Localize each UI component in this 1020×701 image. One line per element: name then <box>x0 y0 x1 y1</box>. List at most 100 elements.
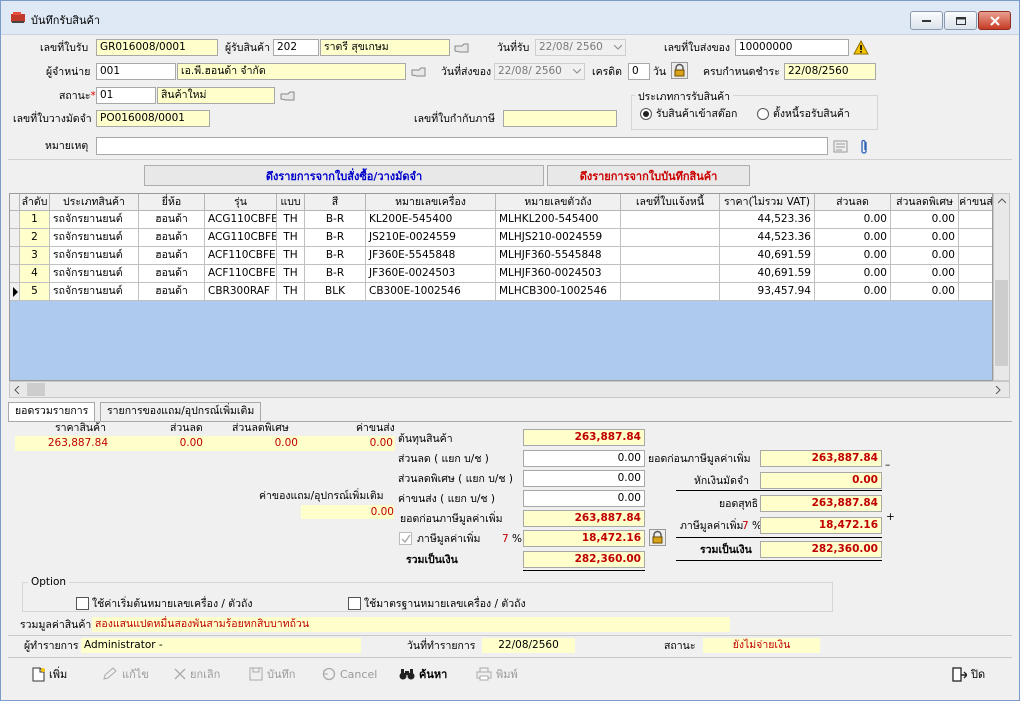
tab-extras[interactable]: รายการของแถม/อุปกรณ์เพิ่มเติม <box>100 402 262 421</box>
r-vat-field[interactable]: 18,472.16 <box>760 517 882 534</box>
column-header[interactable]: ยี่ห้อ <box>139 194 205 211</box>
lock-icon[interactable] <box>671 62 688 79</box>
table-cell[interactable]: 3 <box>20 247 50 265</box>
table-cell[interactable] <box>621 265 720 283</box>
column-header[interactable]: ประเภทสินค้า <box>50 194 139 211</box>
table-cell[interactable]: 40,691.59 <box>720 247 815 265</box>
table-cell[interactable]: รถจักรยานยนต์ <box>50 211 139 229</box>
row-indicator[interactable] <box>10 283 20 301</box>
default-engine-label[interactable]: ใช้ค่าเริ่มต้นหมายเลขเครื่อง / ตัวถัง <box>92 597 253 611</box>
table-cell[interactable]: 0.00 <box>815 229 891 247</box>
tab-summary[interactable]: ยอดรวมรายการ <box>8 402 96 422</box>
table-cell[interactable]: 0.00 <box>891 283 959 301</box>
receive-stock-label[interactable]: รับสินค้าเข้าสต๊อก <box>656 107 737 121</box>
table-cell[interactable]: 0.00 <box>815 211 891 229</box>
column-header[interactable]: ส่วนลดพิเศษ <box>891 194 959 211</box>
table-cell[interactable]: JF360E-5545848 <box>366 247 496 265</box>
table-cell[interactable]: CB300E-1002546 <box>366 283 496 301</box>
table-cell[interactable]: JF360E-0024503 <box>366 265 496 283</box>
table-cell[interactable]: B-R <box>305 211 366 229</box>
chevron-up-icon[interactable] <box>998 198 1006 204</box>
table-cell[interactable]: ACG110CBFE <box>205 211 277 229</box>
cancel-button[interactable]: Cancel <box>322 664 377 684</box>
column-header[interactable]: ราคา(ไม่รวม VAT) <box>720 194 815 211</box>
vendor-name-field[interactable]: เอ.พี.ฮอนด้า จำกัด <box>177 63 406 80</box>
disc-field[interactable]: 0.00 <box>523 450 645 467</box>
pending-debt-radio[interactable] <box>757 108 769 120</box>
table-cell[interactable]: 0.00 <box>891 247 959 265</box>
receive-date-field[interactable]: 22/08/ 2560 <box>535 39 626 56</box>
table-cell[interactable] <box>621 211 720 229</box>
column-header[interactable]: รุ่น <box>205 194 277 211</box>
column-header[interactable]: ลำดับ <box>20 194 50 211</box>
table-cell[interactable]: MLHJS210-0024559 <box>496 229 621 247</box>
chevron-right-icon[interactable] <box>995 386 1001 394</box>
table-cell[interactable]: KL200E-545400 <box>366 211 496 229</box>
table-cell[interactable]: ACF110CBFE <box>205 265 277 283</box>
void-button[interactable]: ยกเลิก <box>174 664 220 684</box>
add-button[interactable]: เพิ่ม <box>32 664 67 684</box>
po-no-field[interactable]: PO016008/0001 <box>96 110 210 127</box>
pull-po-button[interactable]: ดึงรายการจากใบสั่งซื้อ/วางมัดจำ <box>144 165 544 186</box>
net-field[interactable]: 263,887.84 <box>760 495 882 512</box>
credit-days-field[interactable]: 0 <box>628 63 650 80</box>
column-header[interactable]: สี <box>305 194 366 211</box>
table-cell[interactable] <box>959 247 992 265</box>
chevron-left-icon[interactable] <box>14 386 20 394</box>
table-cell[interactable]: 0.00 <box>891 229 959 247</box>
table-cell[interactable]: 44,523.36 <box>720 211 815 229</box>
grid-horizontal-scrollbar[interactable] <box>9 381 1010 398</box>
column-header[interactable]: หมายเลขตัวถัง <box>496 194 621 211</box>
note-lookup-icon[interactable] <box>833 140 848 153</box>
lock-icon[interactable] <box>649 529 666 546</box>
tax-invoice-field[interactable] <box>503 110 617 127</box>
table-cell[interactable]: TH <box>277 265 305 283</box>
table-cell[interactable]: รถจักรยานยนต์ <box>50 247 139 265</box>
close-window-button[interactable] <box>978 11 1011 30</box>
default-engine-checkbox[interactable] <box>76 597 89 610</box>
print-button[interactable]: พิมพ์ <box>476 664 518 684</box>
column-header[interactable]: หมายเลขเครื่อง <box>366 194 496 211</box>
table-cell[interactable]: รถจักรยานยนต์ <box>50 265 139 283</box>
search-button[interactable]: ค้นหา <box>399 664 447 684</box>
table-cell[interactable] <box>959 229 992 247</box>
table-cell[interactable]: 5 <box>20 283 50 301</box>
pending-debt-label[interactable]: ตั้งหนี้รอรับสินค้า <box>773 107 850 121</box>
table-cell[interactable] <box>959 283 992 301</box>
table-cell[interactable]: รถจักรยานยนต์ <box>50 283 139 301</box>
status-name-field[interactable]: สินค้าใหม่ <box>157 87 275 104</box>
receipt-no-field[interactable]: GR016008/0001 <box>96 39 218 56</box>
standard-engine-checkbox[interactable] <box>348 597 361 610</box>
table-cell[interactable] <box>621 247 720 265</box>
table-cell[interactable]: MLHJF360-0024503 <box>496 265 621 283</box>
table-cell[interactable]: 0.00 <box>815 265 891 283</box>
ship-date-field[interactable]: 22/08/ 2560 <box>494 63 585 80</box>
table-cell[interactable]: 1 <box>20 211 50 229</box>
table-cell[interactable]: 40,691.59 <box>720 265 815 283</box>
deposit-field[interactable]: 0.00 <box>760 472 882 489</box>
table-cell[interactable]: MLHJF360-5545848 <box>496 247 621 265</box>
grid-vertical-scrollbar[interactable] <box>993 193 1010 381</box>
lookup-hand-icon[interactable] <box>454 42 469 54</box>
table-cell[interactable]: 0.00 <box>891 211 959 229</box>
items-grid[interactable]: ลำดับ ประเภทสินค้า ยี่ห้อ รุ่น แบบ สี หมายเลขเ… <box>9 193 993 381</box>
row-indicator[interactable] <box>10 265 20 283</box>
table-cell[interactable]: CBR300RAF <box>205 283 277 301</box>
standard-engine-label[interactable]: ใช้มาตรฐานหมายเลขเครื่อง / ตัวถัง <box>364 597 526 611</box>
table-cell[interactable]: TH <box>277 229 305 247</box>
vat-checkbox[interactable] <box>399 532 412 545</box>
minimize-button[interactable] <box>910 11 943 30</box>
receive-stock-radio[interactable] <box>640 108 652 120</box>
vat-field[interactable]: 18,472.16 <box>523 530 645 547</box>
table-cell[interactable]: 0.00 <box>815 247 891 265</box>
table-cell[interactable]: 44,523.36 <box>720 229 815 247</box>
table-cell[interactable]: TH <box>277 247 305 265</box>
table-cell[interactable]: ฮอนด้า <box>139 283 205 301</box>
due-date-field[interactable]: 22/08/2560 <box>784 63 876 80</box>
lookup-hand-icon[interactable] <box>411 66 426 78</box>
table-cell[interactable]: ฮอนด้า <box>139 229 205 247</box>
pull-receipt-button[interactable]: ดึงรายการจากใบบันทึกสินค้า <box>547 165 750 186</box>
table-cell[interactable]: BLK <box>305 283 366 301</box>
table-cell[interactable]: B-R <box>305 247 366 265</box>
sdisc-field[interactable]: 0.00 <box>523 470 645 487</box>
